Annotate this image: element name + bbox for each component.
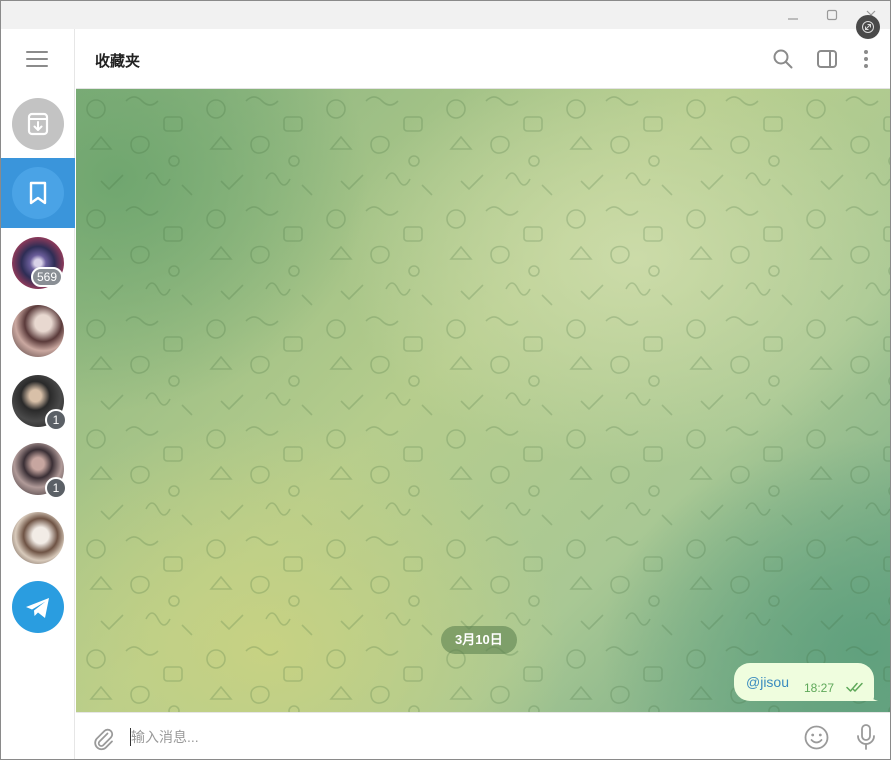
saved-messages-avatar [12, 167, 64, 219]
chat-avatar [12, 512, 64, 564]
message-mention[interactable]: @jisou [746, 674, 789, 690]
chat-background-pattern [76, 89, 890, 712]
chat-folder-rail: 569 1 1 [1, 29, 75, 759]
hamburger-menu-icon[interactable] [26, 51, 48, 69]
story-count-badge: 1 [45, 409, 67, 431]
app-window: 569 1 1 收藏夹 3月10日 @jisou 18:27 输入消息... [0, 0, 891, 760]
minimize-icon [788, 18, 798, 20]
search-icon[interactable] [771, 47, 795, 71]
maximize-icon [826, 9, 838, 21]
telegram-icon [26, 598, 49, 618]
message-composer [76, 712, 890, 759]
date-separator: 3月10日 [441, 626, 517, 654]
telegram-avatar [12, 581, 64, 633]
sidebar-item-archive[interactable] [1, 89, 75, 159]
emoji-icon[interactable] [803, 724, 830, 751]
minimize-button[interactable] [773, 1, 813, 29]
sidebar-item-chat-5[interactable] [1, 503, 75, 573]
sidebar-item-telegram[interactable] [1, 572, 75, 642]
story-count-badge: 1 [45, 477, 67, 499]
chat-header: 收藏夹 [76, 29, 890, 89]
title-bar [1, 1, 890, 29]
archive-icon [27, 112, 49, 136]
chat-avatar [12, 305, 64, 357]
bookmark-icon [29, 181, 47, 205]
sidebar-item-chat-4[interactable]: 1 [1, 434, 75, 504]
sidebar-item-chat-3[interactable]: 1 [1, 366, 75, 436]
outgoing-message-bubble[interactable]: @jisou 18:27 [734, 663, 874, 701]
floating-screenshot-button[interactable] [856, 15, 880, 39]
sidebar-item-chat-2[interactable] [1, 296, 75, 366]
sidebar-item-chat-1[interactable]: 569 [1, 228, 75, 298]
archive-avatar [12, 98, 64, 150]
sidebar-item-saved-messages[interactable] [1, 158, 75, 228]
double-check-icon [846, 682, 863, 692]
unread-badge: 569 [31, 267, 64, 287]
sidebar-toggle-icon[interactable] [815, 47, 839, 71]
attach-icon[interactable] [90, 725, 116, 751]
maximize-button[interactable] [812, 1, 852, 29]
microphone-icon[interactable] [853, 723, 879, 751]
more-vertical-icon[interactable] [854, 47, 878, 71]
message-time: 18:27 [804, 681, 835, 695]
chat-history[interactable]: 3月10日 @jisou 18:27 [76, 89, 890, 712]
chat-title[interactable]: 收藏夹 [95, 50, 140, 71]
expand-icon [862, 21, 874, 33]
message-input[interactable] [131, 724, 771, 750]
